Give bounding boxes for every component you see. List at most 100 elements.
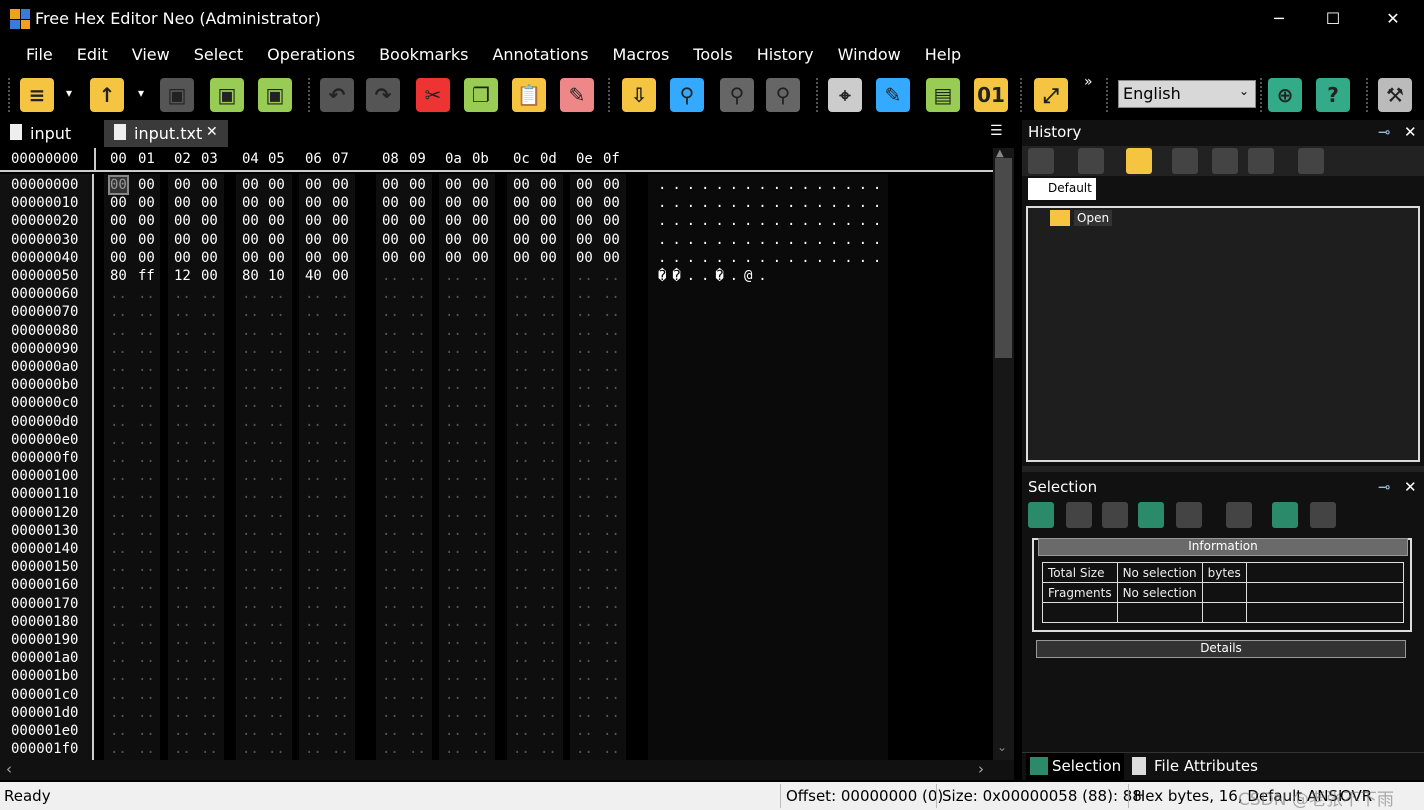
hex-byte[interactable]: .. xyxy=(268,432,285,448)
hex-byte[interactable]: .. xyxy=(332,614,349,630)
hex-byte[interactable]: .. xyxy=(576,559,593,575)
hex-byte[interactable]: 00 xyxy=(174,213,191,229)
hex-byte[interactable]: .. xyxy=(540,505,557,521)
hex-byte[interactable]: .. xyxy=(445,359,462,375)
hex-byte[interactable]: 00 xyxy=(174,232,191,248)
hex-byte[interactable]: .. xyxy=(540,650,557,666)
hex-byte[interactable]: .. xyxy=(513,268,530,284)
menu-annotations[interactable]: Annotations xyxy=(480,45,600,64)
hex-byte[interactable]: .. xyxy=(268,741,285,757)
hex-byte[interactable]: .. xyxy=(110,450,127,466)
hex-byte[interactable]: .. xyxy=(382,668,399,684)
hex-byte[interactable]: .. xyxy=(540,668,557,684)
hex-byte[interactable]: .. xyxy=(513,468,530,484)
hex-byte[interactable]: 80 xyxy=(110,268,127,284)
hex-byte[interactable]: .. xyxy=(540,541,557,557)
hex-byte[interactable]: .. xyxy=(513,432,530,448)
hex-byte[interactable]: .. xyxy=(201,541,218,557)
hex-byte[interactable]: .. xyxy=(409,614,426,630)
hex-byte[interactable]: 00 xyxy=(603,250,620,266)
hex-byte[interactable]: 00 xyxy=(409,195,426,211)
new-file-icon[interactable]: ≡ xyxy=(20,78,54,112)
hex-byte[interactable]: .. xyxy=(576,414,593,430)
paste-icon[interactable]: 📋 xyxy=(512,78,546,112)
hex-byte[interactable]: .. xyxy=(540,304,557,320)
hex-byte[interactable]: .. xyxy=(409,304,426,320)
hex-byte[interactable]: .. xyxy=(445,377,462,393)
hex-byte[interactable]: .. xyxy=(201,377,218,393)
hex-byte[interactable]: .. xyxy=(242,577,259,593)
hex-byte[interactable]: .. xyxy=(110,341,127,357)
hex-byte[interactable]: 00 xyxy=(576,232,593,248)
toolbar-overflow-button[interactable]: » xyxy=(1084,74,1093,90)
hex-byte[interactable]: .. xyxy=(138,687,155,703)
menu-macros[interactable]: Macros xyxy=(601,45,682,64)
pin-icon[interactable]: ⊸ xyxy=(1378,123,1391,141)
hex-byte[interactable]: .. xyxy=(445,541,462,557)
hex-byte[interactable]: .. xyxy=(201,668,218,684)
hex-byte[interactable]: .. xyxy=(409,705,426,721)
save-all-icon[interactable]: ▣ xyxy=(258,78,292,112)
hex-byte[interactable]: .. xyxy=(174,705,191,721)
hex-byte[interactable]: 00 xyxy=(201,250,218,266)
hex-byte[interactable]: .. xyxy=(268,596,285,612)
hex-byte[interactable]: 00 xyxy=(332,177,349,193)
hex-byte[interactable]: .. xyxy=(603,741,620,757)
annotate-icon[interactable]: ✎ xyxy=(876,78,910,112)
text-column[interactable]: ................ xyxy=(658,195,887,211)
history-tool-icon[interactable] xyxy=(1172,148,1198,174)
hex-byte[interactable]: .. xyxy=(603,395,620,411)
hex-byte[interactable]: .. xyxy=(242,450,259,466)
hex-byte[interactable]: .. xyxy=(174,432,191,448)
hex-byte[interactable]: .. xyxy=(603,650,620,666)
hex-byte[interactable]: .. xyxy=(305,341,322,357)
hex-byte[interactable]: .. xyxy=(382,505,399,521)
selection-tool-icon[interactable] xyxy=(1272,502,1298,528)
save-icon[interactable]: ▣ xyxy=(160,78,194,112)
hex-byte[interactable]: .. xyxy=(540,741,557,757)
hex-byte[interactable]: .. xyxy=(242,741,259,757)
hex-byte[interactable]: 00 xyxy=(138,177,155,193)
hex-byte[interactable]: .. xyxy=(603,286,620,302)
hex-byte[interactable]: .. xyxy=(138,432,155,448)
hex-byte[interactable]: .. xyxy=(174,687,191,703)
hex-byte[interactable]: .. xyxy=(268,323,285,339)
hex-byte[interactable]: ff xyxy=(138,268,155,284)
hex-byte[interactable]: .. xyxy=(576,614,593,630)
hex-byte[interactable]: 00 xyxy=(513,232,530,248)
hex-byte[interactable]: .. xyxy=(472,541,489,557)
tab-input[interactable]: input xyxy=(0,120,100,147)
undo-icon[interactable]: ↶ xyxy=(320,78,354,112)
hex-byte[interactable]: .. xyxy=(268,414,285,430)
hex-byte[interactable]: 00 xyxy=(576,177,593,193)
hex-byte[interactable]: 00 xyxy=(268,250,285,266)
hex-byte[interactable]: .. xyxy=(201,741,218,757)
language-select[interactable]: English ⌄ xyxy=(1118,80,1256,108)
hex-byte[interactable]: .. xyxy=(540,341,557,357)
menu-file[interactable]: File xyxy=(14,45,65,64)
history-tab-default[interactable]: Default xyxy=(1028,178,1096,200)
hex-byte[interactable]: .. xyxy=(445,268,462,284)
hex-byte[interactable]: .. xyxy=(382,523,399,539)
hex-byte[interactable]: .. xyxy=(445,450,462,466)
hex-byte[interactable]: .. xyxy=(409,468,426,484)
hex-byte[interactable]: .. xyxy=(409,505,426,521)
hex-byte[interactable]: .. xyxy=(268,723,285,739)
hex-byte[interactable]: 00 xyxy=(110,213,127,229)
hex-byte[interactable]: .. xyxy=(540,286,557,302)
hex-byte[interactable]: .. xyxy=(110,687,127,703)
hex-byte[interactable]: 00 xyxy=(332,250,349,266)
hex-byte[interactable]: .. xyxy=(305,486,322,502)
hex-byte[interactable]: .. xyxy=(472,286,489,302)
hex-byte[interactable]: 00 xyxy=(603,195,620,211)
hex-byte[interactable]: .. xyxy=(513,304,530,320)
hex-byte[interactable]: .. xyxy=(472,450,489,466)
find-next-icon[interactable]: ⚲ xyxy=(720,78,754,112)
hex-byte[interactable]: .. xyxy=(603,596,620,612)
hex-byte[interactable]: .. xyxy=(332,304,349,320)
hex-byte[interactable]: .. xyxy=(382,395,399,411)
hex-byte[interactable]: .. xyxy=(138,705,155,721)
hex-byte[interactable]: .. xyxy=(305,614,322,630)
hex-byte[interactable]: .. xyxy=(382,432,399,448)
hex-byte[interactable]: .. xyxy=(540,432,557,448)
